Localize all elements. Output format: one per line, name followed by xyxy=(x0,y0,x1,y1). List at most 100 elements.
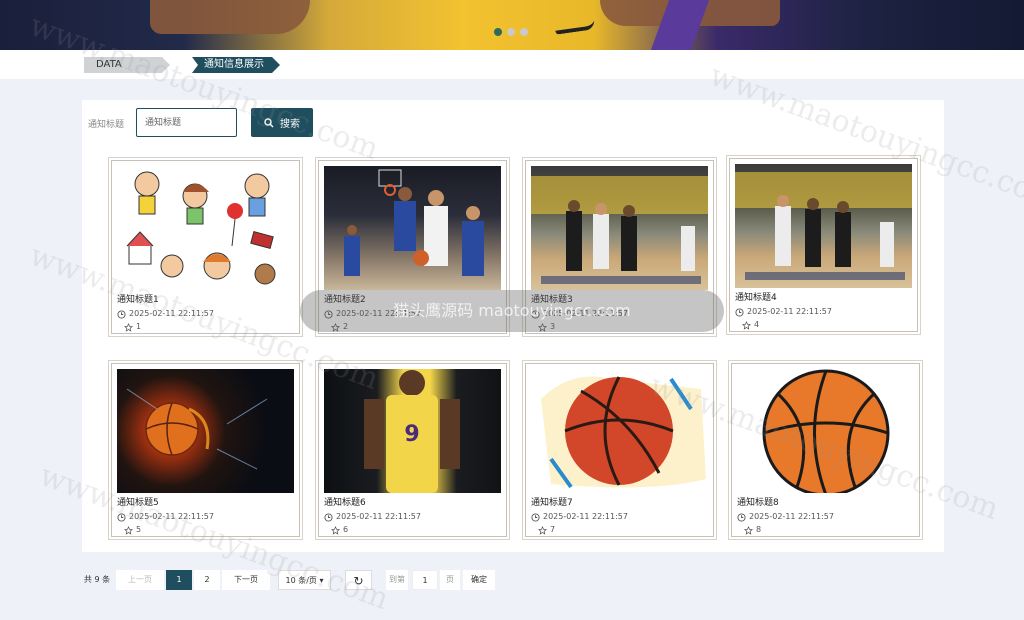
card-title: 通知标题8 xyxy=(737,498,779,508)
card-image-lakers-player: 9 xyxy=(324,369,501,493)
pagination-goto-input[interactable]: 1 xyxy=(412,570,438,590)
card-time-text: 2025-02-11 22:11:57 xyxy=(747,307,832,316)
card-time-text: 2025-02-11 22:11:57 xyxy=(749,512,834,521)
card-time: 2025-02-11 22:11:57 xyxy=(117,511,294,523)
card-time: 2025-02-11 22:11:57 xyxy=(531,511,708,523)
notice-card[interactable]: 通知标题1 2025-02-11 22:11:57 1 xyxy=(111,160,300,334)
star-icon[interactable] xyxy=(331,525,340,535)
card-image-fire-basketball xyxy=(117,369,294,493)
card-likes-count: 7 xyxy=(550,525,556,534)
card-likes: 2 xyxy=(324,321,501,333)
card-time: 2025-02-11 22:11:57 xyxy=(324,308,501,320)
card-time: 2025-02-11 22:11:57 xyxy=(117,308,294,320)
pagination-prev-button[interactable]: 上一页 xyxy=(116,570,164,590)
card-time-text: 2025-02-11 22:11:57 xyxy=(129,309,214,318)
banner-decoration xyxy=(554,19,596,35)
card-likes: 8 xyxy=(737,524,914,536)
card-image-cartoon-kids xyxy=(117,166,294,290)
star-icon[interactable] xyxy=(538,322,547,332)
search-button-label: 搜索 xyxy=(280,119,300,130)
pagination-page-1[interactable]: 1 xyxy=(166,570,192,590)
notice-card[interactable]: 通知标题8 2025-02-11 22:11:57 8 xyxy=(731,363,920,537)
card-likes-count: 8 xyxy=(756,525,762,534)
card-title: 通知标题3 xyxy=(531,295,573,305)
card-image-basketball-game xyxy=(324,166,501,290)
card-title: 通知标题2 xyxy=(324,295,366,305)
star-icon[interactable] xyxy=(538,525,547,535)
card-time-text: 2025-02-11 22:11:57 xyxy=(336,512,421,521)
card-time-text: 2025-02-11 22:11:57 xyxy=(336,309,421,318)
notice-card[interactable]: 通知标题3 2025-02-11 22:11:57 3 xyxy=(525,160,714,334)
page-size-value: 10 条/页 xyxy=(285,576,317,585)
carousel-dot[interactable] xyxy=(520,28,528,36)
clock-icon xyxy=(735,307,744,317)
notice-card[interactable]: 通知标题4 2025-02-11 22:11:57 4 xyxy=(729,158,918,332)
card-likes: 6 xyxy=(324,524,501,536)
card-image-painted-basketball xyxy=(531,369,708,493)
card-likes: 3 xyxy=(531,321,708,333)
card-likes-count: 4 xyxy=(754,320,760,329)
card-likes: 1 xyxy=(117,321,294,333)
notice-card[interactable]: 通知标题5 2025-02-11 22:11:57 5 xyxy=(111,363,300,537)
page-size-select[interactable]: 10 条/页 ▾ xyxy=(278,570,331,590)
clock-icon xyxy=(737,512,746,522)
card-likes-count: 6 xyxy=(343,525,349,534)
search-label: 通知标题 xyxy=(88,120,125,130)
card-likes-count: 1 xyxy=(136,322,142,331)
carousel-dot[interactable] xyxy=(507,28,515,36)
pagination-goto-unit: 页 xyxy=(440,570,460,590)
card-image-cartoon-basketball xyxy=(737,369,914,493)
card-image-basketball-court xyxy=(531,166,708,290)
star-icon[interactable] xyxy=(331,322,340,332)
clock-icon xyxy=(531,309,540,319)
card-time: 2025-02-11 22:11:57 xyxy=(324,511,501,523)
card-time-text: 2025-02-11 22:11:57 xyxy=(543,512,628,521)
star-icon[interactable] xyxy=(124,525,133,535)
card-title: 通知标题5 xyxy=(117,498,159,508)
clock-icon xyxy=(117,512,126,522)
breadcrumb-item-data-show[interactable]: DATA SHOW xyxy=(84,57,170,73)
carousel-dot[interactable] xyxy=(494,28,502,36)
pagination-next-button[interactable]: 下一页 xyxy=(222,570,270,590)
carousel-dots xyxy=(494,28,528,36)
search-icon xyxy=(264,117,274,127)
card-likes-count: 3 xyxy=(550,322,556,331)
card-likes-count: 5 xyxy=(136,525,142,534)
chevron-down-icon: ▾ xyxy=(319,576,324,585)
card-title: 通知标题6 xyxy=(324,498,366,508)
breadcrumb-item-current: 通知信息展示 xyxy=(192,57,280,73)
clock-icon xyxy=(324,309,333,319)
notice-card[interactable]: 9 通知标题6 2025-02-11 22:11:57 6 xyxy=(318,363,507,537)
refresh-button[interactable]: ↻ xyxy=(345,570,372,590)
card-image-basketball-court xyxy=(735,164,912,288)
refresh-icon: ↻ xyxy=(353,574,364,588)
banner-decoration xyxy=(150,0,310,34)
card-title: 通知标题1 xyxy=(117,295,159,305)
clock-icon xyxy=(531,512,540,522)
clock-icon xyxy=(117,309,126,319)
star-icon[interactable] xyxy=(124,322,133,332)
clock-icon xyxy=(324,512,333,522)
pagination-confirm-button[interactable]: 确定 xyxy=(463,570,495,590)
card-time: 2025-02-11 22:11:57 xyxy=(735,306,912,318)
notice-card[interactable]: 通知标题2 2025-02-11 22:11:57 2 xyxy=(318,160,507,334)
star-icon[interactable] xyxy=(744,525,753,535)
pagination-total: 共 9 条 xyxy=(83,575,111,584)
card-time: 2025-02-11 22:11:57 xyxy=(531,308,708,320)
card-time-text: 2025-02-11 22:11:57 xyxy=(543,309,628,318)
star-icon[interactable] xyxy=(742,320,751,330)
card-time: 2025-02-11 22:11:57 xyxy=(737,511,914,523)
card-title: 通知标题7 xyxy=(531,498,573,508)
svg-text:9: 9 xyxy=(404,422,419,447)
card-time-text: 2025-02-11 22:11:57 xyxy=(129,512,214,521)
pagination-page-2[interactable]: 2 xyxy=(194,570,220,590)
top-banner xyxy=(0,0,1024,50)
card-likes-count: 2 xyxy=(343,322,349,331)
card-likes: 7 xyxy=(531,524,708,536)
card-title: 通知标题4 xyxy=(735,293,777,303)
card-likes: 4 xyxy=(735,319,912,331)
search-input[interactable] xyxy=(136,108,237,137)
card-likes: 5 xyxy=(117,524,294,536)
notice-card[interactable]: 通知标题7 2025-02-11 22:11:57 7 xyxy=(525,363,714,537)
search-button[interactable]: 搜索 xyxy=(251,108,313,137)
